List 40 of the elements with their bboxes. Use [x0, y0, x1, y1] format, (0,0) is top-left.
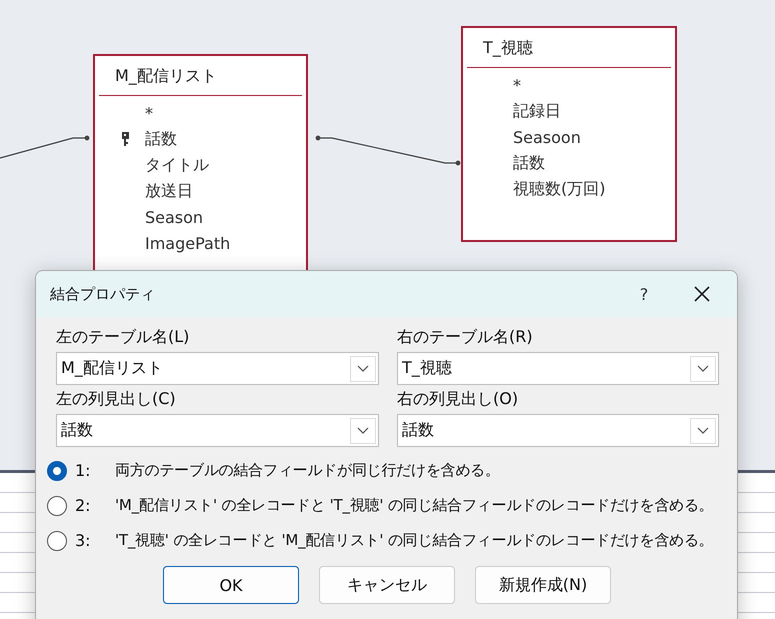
- field-label: 右のテーブル名(R): [397, 327, 534, 348]
- field-name[interactable]: Season: [145, 208, 204, 226]
- close-icon: [694, 286, 710, 302]
- field-name[interactable]: 視聴数(万回): [513, 178, 606, 200]
- option-number: 2:: [75, 496, 92, 515]
- field-label: 左の列見出し(C): [56, 389, 177, 410]
- dropdown-field[interactable]: T_視聴: [397, 352, 719, 385]
- option-number: 3:: [75, 531, 92, 550]
- radio-button[interactable]: [47, 530, 67, 550]
- field-name[interactable]: 放送日: [145, 180, 193, 202]
- field-name[interactable]: タイトル: [145, 154, 209, 176]
- dropdown-field[interactable]: M_配信リスト: [56, 352, 379, 385]
- option-text: 両方のテーブルの結合フィールドが同じ行だけを含める。: [115, 461, 500, 480]
- chevron-down-icon: [697, 365, 709, 372]
- chevron-down-icon: [697, 427, 709, 434]
- dialog-button[interactable]: 新規作成(N): [475, 566, 611, 604]
- radio-button[interactable]: [47, 496, 67, 516]
- option-text: 'M_配信リスト' の全レコードと 'T_視聴' の同じ結合フィールドのレコードだけを含める。: [115, 496, 714, 515]
- option-text: 'T_視聴' の全レコードと 'M_配信リスト' の同じ結合フィールドのレコードだけを含める。: [115, 531, 714, 550]
- table-box[interactable]: T_視聴 * 記録日 Seasoon 話数 視聴数(万回): [461, 26, 677, 242]
- dialog-button[interactable]: キャンセル: [319, 566, 455, 604]
- field-name[interactable]: 記録日: [513, 100, 561, 122]
- field-name[interactable]: Seasoon: [513, 128, 581, 146]
- dropdown-field[interactable]: 話数: [397, 414, 719, 447]
- field-name[interactable]: *: [145, 104, 153, 122]
- table-name: T_視聴: [467, 28, 671, 68]
- dropdown-field[interactable]: 話数: [56, 414, 379, 447]
- field-name[interactable]: 話数: [513, 152, 545, 174]
- dialog-button[interactable]: OK: [163, 566, 299, 604]
- radio-button[interactable]: [47, 460, 67, 480]
- help-button[interactable]: ?: [621, 271, 667, 317]
- option-number: 1:: [75, 461, 92, 480]
- chevron-down-icon: [357, 365, 369, 372]
- field-label: 左のテーブル名(L): [56, 327, 190, 348]
- table-name: M_配信リスト: [99, 56, 302, 96]
- field-name[interactable]: 話数: [145, 128, 177, 150]
- field-name[interactable]: ImagePath: [145, 234, 230, 252]
- chevron-down-icon: [357, 427, 369, 434]
- field-name[interactable]: *: [513, 76, 521, 94]
- field-label: 右の列見出し(O): [397, 389, 520, 410]
